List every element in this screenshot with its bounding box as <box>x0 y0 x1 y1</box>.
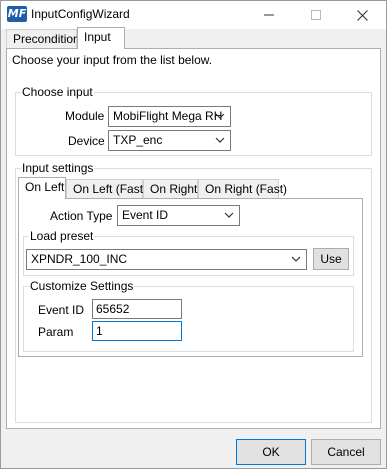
chevron-down-icon <box>215 107 227 126</box>
input-settings-legend: Input settings <box>21 161 95 175</box>
close-icon <box>356 10 368 21</box>
device-label: Device <box>68 134 105 148</box>
module-select[interactable]: MobiFlight Mega RH <box>108 106 231 127</box>
input-tab-panel: Choose your input from the list below. C… <box>6 48 381 429</box>
module-select-value: MobiFlight Mega RH <box>113 109 223 123</box>
ok-button[interactable]: OK <box>236 439 306 465</box>
preset-select-value: XPNDR_100_INC <box>31 252 128 266</box>
tab-on-left-fast[interactable]: On Left (Fast) <box>66 179 147 199</box>
instruction-text: Choose your input from the list below. <box>12 53 213 67</box>
param-input[interactable] <box>92 321 182 341</box>
cancel-button[interactable]: Cancel <box>311 439 381 465</box>
chevron-down-icon <box>224 206 236 225</box>
chevron-down-icon <box>291 250 303 269</box>
minimize-button[interactable] <box>246 1 292 29</box>
title-bar[interactable]: MF InputConfigWizard <box>1 1 386 29</box>
action-type-label: Action Type <box>50 209 113 223</box>
tab-on-right-fast[interactable]: On Right (Fast) <box>198 179 287 199</box>
on-left-panel: Action Type Event ID Load preset XPNDR_1… <box>18 198 363 357</box>
use-preset-button[interactable]: Use <box>313 248 349 270</box>
action-type-value: Event ID <box>122 208 169 222</box>
customize-settings-legend: Customize Settings <box>29 279 135 293</box>
tab-precondition[interactable]: Precondition <box>6 29 80 49</box>
minimize-icon <box>264 14 274 15</box>
choose-input-legend: Choose input <box>21 85 94 99</box>
device-select[interactable]: TXP_enc <box>108 130 231 151</box>
load-preset-group: Load preset XPNDR_100_INC Use <box>23 229 354 276</box>
preset-select[interactable]: XPNDR_100_INC <box>26 249 307 270</box>
tab-on-left[interactable]: On Left <box>18 177 66 199</box>
customize-settings-group: Customize Settings Event ID Param <box>23 279 354 352</box>
action-type-select[interactable]: Event ID <box>117 205 240 226</box>
input-config-wizard-window: MF InputConfigWizard Precondition Input … <box>0 0 387 469</box>
param-label: Param <box>38 325 74 339</box>
close-button[interactable] <box>339 1 385 29</box>
event-id-input[interactable] <box>92 299 182 319</box>
tab-on-right[interactable]: On Right <box>143 179 198 199</box>
maximize-button <box>293 1 339 29</box>
window-title: InputConfigWizard <box>31 7 130 21</box>
maximize-icon <box>311 9 321 20</box>
module-label: Module <box>65 109 105 123</box>
tab-input[interactable]: Input <box>77 27 125 49</box>
app-logo-icon: MF <box>7 6 27 22</box>
choose-input-group: Choose input Module MobiFlight Mega RH D… <box>15 85 372 156</box>
chevron-down-icon <box>215 131 227 150</box>
load-preset-legend: Load preset <box>29 229 95 243</box>
event-id-label: Event ID <box>38 303 85 317</box>
device-select-value: TXP_enc <box>113 133 163 147</box>
